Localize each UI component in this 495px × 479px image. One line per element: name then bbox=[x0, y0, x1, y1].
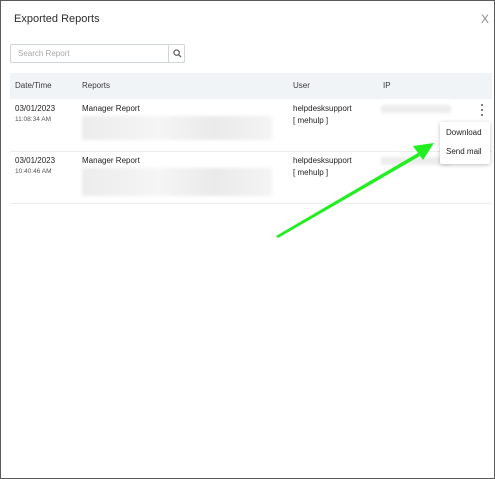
header-datetime[interactable]: Date/Time bbox=[15, 81, 52, 90]
dialog-title: Exported Reports bbox=[14, 13, 100, 25]
header-ip[interactable]: IP bbox=[383, 81, 391, 90]
table-row: 03/01/2023 10:40:46 AM Manager Report he… bbox=[10, 151, 492, 204]
row-date: 03/01/2023 bbox=[15, 156, 56, 165]
exported-reports-dialog: Exported Reports X Date/Time Reports Use… bbox=[0, 0, 495, 479]
row-user: helpdesksupport bbox=[293, 156, 352, 165]
row-user-tag: [ mehulp ] bbox=[293, 116, 329, 125]
menu-item-send-mail[interactable]: Send mail bbox=[446, 147, 482, 156]
row-date: 03/01/2023 bbox=[15, 104, 56, 113]
close-icon[interactable]: X bbox=[481, 12, 489, 26]
menu-item-download[interactable]: Download bbox=[446, 128, 482, 137]
header-reports[interactable]: Reports bbox=[82, 81, 110, 90]
row-time: 11:08:34 AM bbox=[15, 116, 52, 123]
row-time: 10:40:46 AM bbox=[15, 168, 52, 175]
redacted-report-details bbox=[82, 116, 272, 140]
search-box bbox=[10, 44, 185, 63]
search-button[interactable] bbox=[168, 45, 186, 62]
row-report-name: Manager Report bbox=[82, 156, 140, 165]
row-user: helpdesksupport bbox=[293, 104, 352, 113]
search-input[interactable] bbox=[11, 45, 167, 62]
row-report-name: Manager Report bbox=[82, 104, 140, 113]
row-context-menu: Download Send mail bbox=[440, 122, 490, 164]
header-user[interactable]: User bbox=[293, 81, 310, 90]
search-icon bbox=[173, 49, 182, 58]
more-vertical-icon[interactable] bbox=[479, 104, 485, 116]
redacted-report-details bbox=[82, 168, 272, 196]
row-user-tag: [ mehulp ] bbox=[293, 168, 329, 177]
redacted-ip bbox=[381, 105, 451, 113]
table-row: 03/01/2023 11:08:34 AM Manager Report he… bbox=[10, 99, 492, 152]
table-header: Date/Time Reports User IP bbox=[10, 73, 492, 99]
